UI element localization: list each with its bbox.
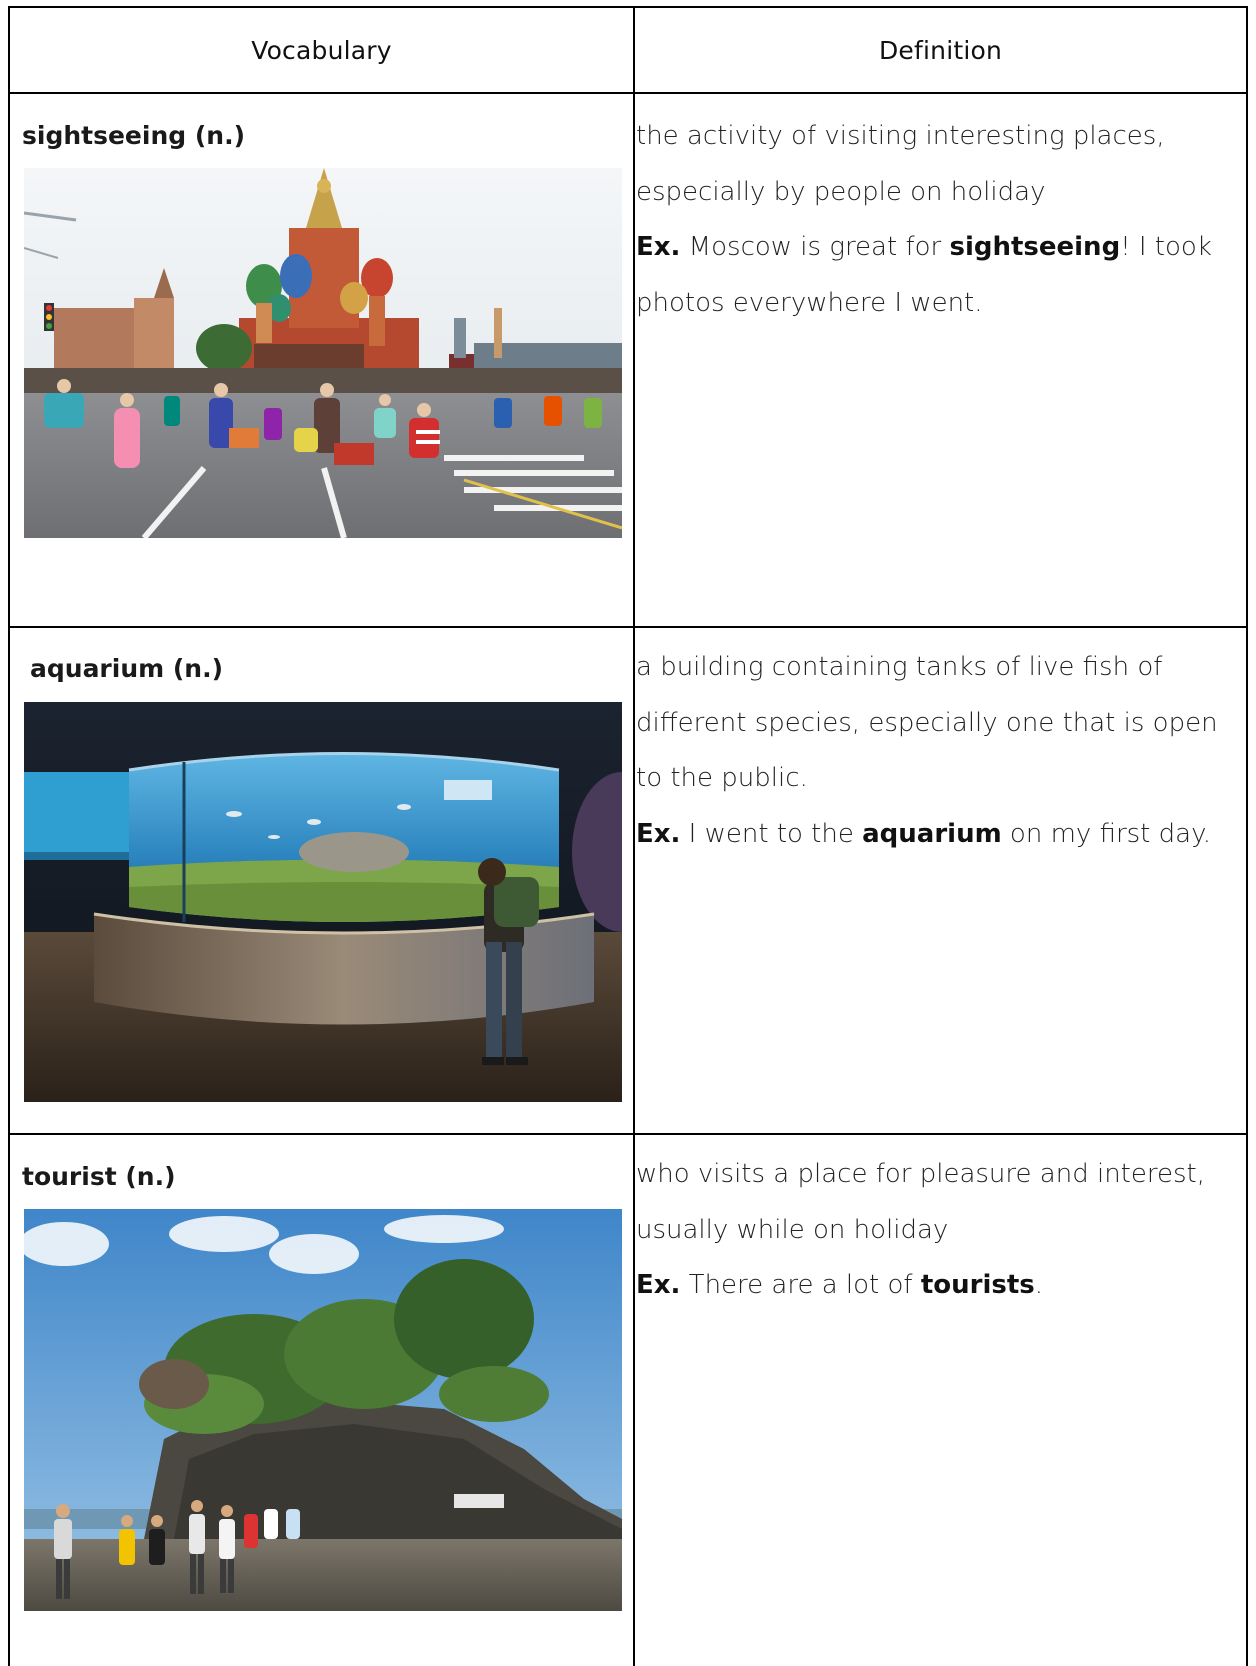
row-divider-1 [8,626,1248,628]
definition-tourist: who visits a place for pleasure and inte… [636,1147,1226,1314]
example-text: . [1034,1270,1044,1300]
definition-aquarium: a building containing tanks of live fish… [636,640,1226,862]
definition-sightseeing: the activity of visiting interesting pla… [636,109,1226,331]
example-text: There are a lot of [680,1270,921,1300]
vocab-term-aquarium: aquarium (n.) [30,654,224,683]
row-divider-2 [8,1133,1248,1135]
header-vocabulary: Vocabulary [251,35,392,65]
table-column-divider [633,6,635,1666]
example-keyword: sightseeing [949,232,1121,262]
example-text: on my first day. [1001,818,1212,849]
sea-temple-tourists-photo [24,1209,622,1611]
definition-text: who visits a place for pleasure and inte… [636,1159,1205,1245]
header-row-divider [8,92,1248,94]
example-keyword: aquarium [862,818,1002,849]
red-square-moscow-photo [24,168,622,538]
example-text: I went to the [680,818,863,849]
vocab-term-sightseeing: sightseeing (n.) [22,121,245,150]
table-border-right [1246,6,1248,1666]
example-keyword: tourists [920,1270,1035,1300]
aquarium-tank-photo [24,702,622,1102]
example-prefix: Ex. [636,232,681,262]
example-prefix: Ex. [636,1270,681,1300]
table-border-left [8,6,10,1666]
header-definition: Definition [878,35,1003,65]
definition-text: the activity of visiting interesting pla… [636,121,1165,207]
example-text: Moscow is great for [680,232,950,262]
vocab-term-tourist: tourist (n.) [22,1162,176,1191]
definition-text: a building containing tanks of live fish… [636,652,1218,793]
example-prefix: Ex. [636,818,681,849]
